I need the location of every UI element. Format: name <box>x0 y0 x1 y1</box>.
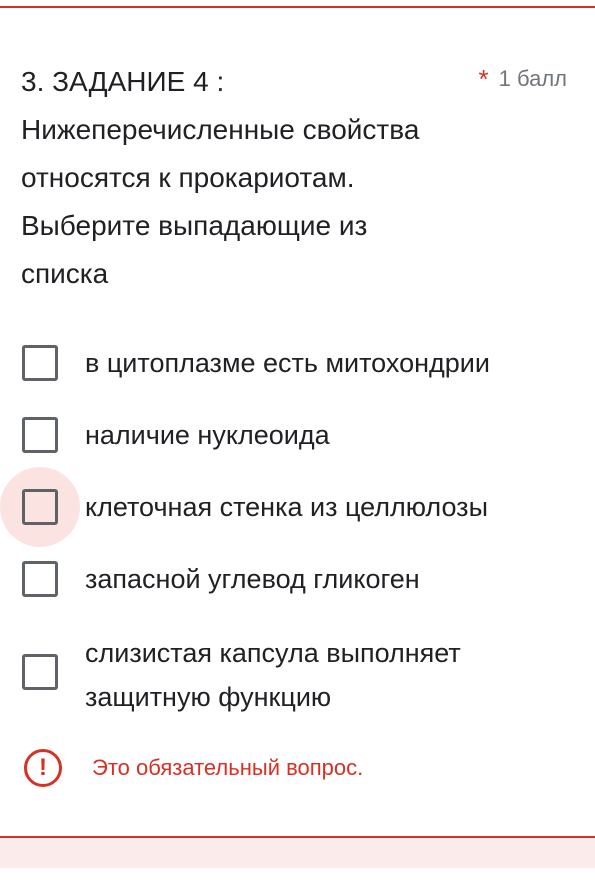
option-checkbox[interactable] <box>22 345 58 381</box>
option-label: клеточная стенка из целлюлозы <box>85 492 488 522</box>
option-label: слизистая капсула выполняет защитную фун… <box>85 638 461 712</box>
validation-error: ! Это обязательный вопрос. <box>24 748 363 788</box>
next-card-edge <box>0 838 595 868</box>
question-title: 3. ЗАДАНИЕ 4 : Нижеперечисленные свойств… <box>21 66 420 289</box>
points-label: * 1 балл <box>479 64 567 95</box>
option-checkbox[interactable] <box>22 561 58 597</box>
card-top-border <box>0 6 595 8</box>
points-value: 1 балл <box>498 66 567 91</box>
required-asterisk: * <box>478 64 489 94</box>
option-label: запасной углевод гликоген <box>85 564 420 594</box>
option-checkbox[interactable] <box>22 654 58 690</box>
option-label: наличие нуклеоида <box>85 420 330 450</box>
option-checkbox[interactable] <box>22 489 58 525</box>
option-label: в цитоплазме есть митохондрии <box>85 348 490 378</box>
option-checkbox[interactable] <box>22 417 58 453</box>
error-icon: ! <box>24 749 62 787</box>
error-message: Это обязательный вопрос. <box>92 755 364 780</box>
